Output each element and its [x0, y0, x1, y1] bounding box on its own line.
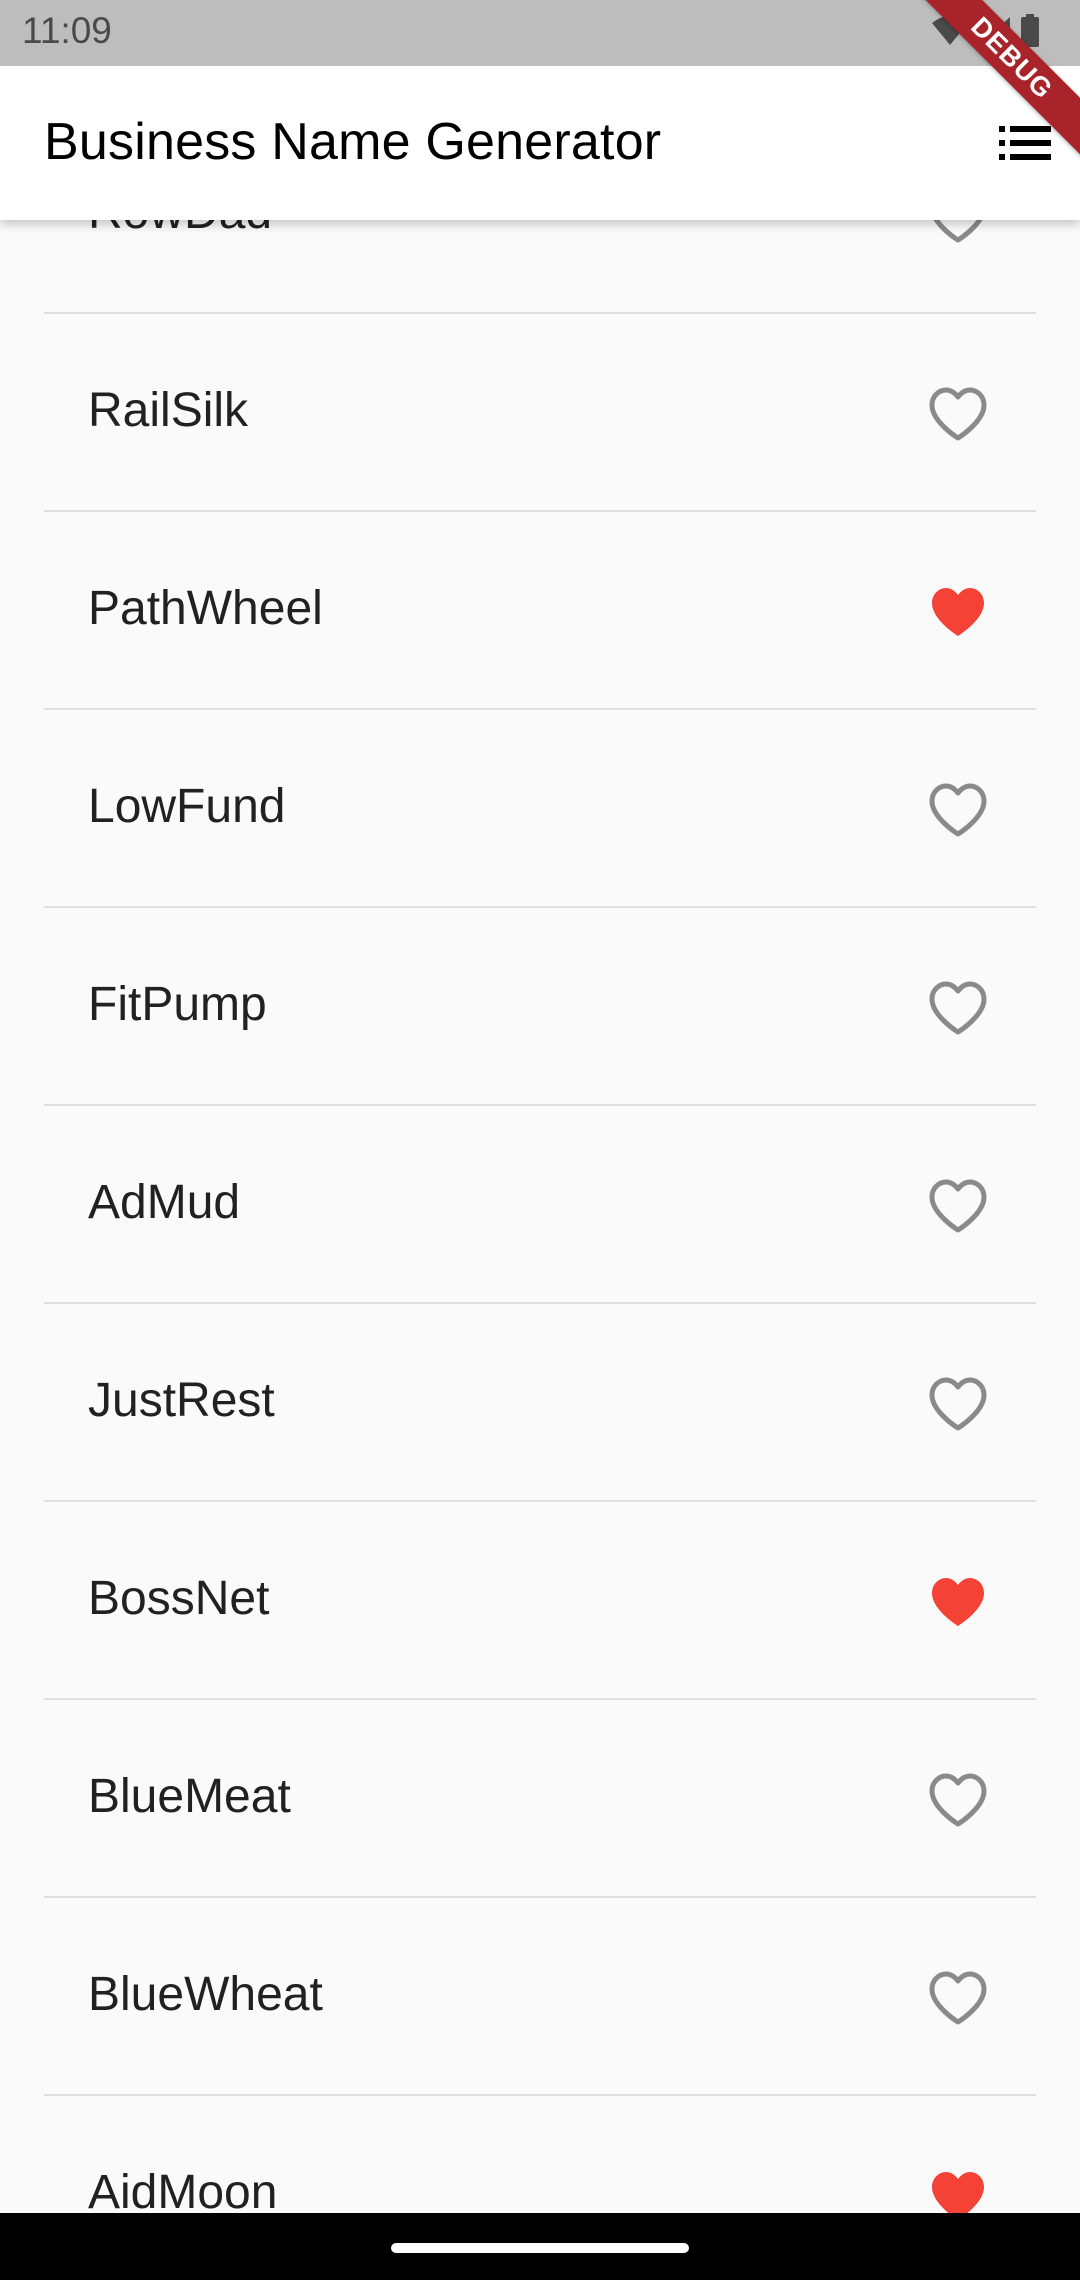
signal-icon — [978, 15, 1012, 47]
list-item[interactable]: JustRest — [0, 1303, 1080, 1501]
favorite-filled-icon[interactable] — [928, 585, 988, 641]
list-item-label: LowFund — [88, 780, 286, 833]
favorite-border-icon[interactable] — [928, 1179, 988, 1235]
status-bar: 11:09 — [0, 0, 1080, 66]
home-indicator[interactable] — [391, 2243, 689, 2253]
list-item-label: RailSilk — [88, 384, 249, 437]
navigation-bar — [0, 2213, 1080, 2280]
battery-icon — [1020, 14, 1040, 48]
list-item-label: AdMud — [88, 1176, 241, 1229]
list-icon — [999, 125, 1051, 165]
screen: RowDadRailSilkPathWheelLowFundFitPumpAdM… — [0, 0, 1080, 2280]
saved-list-button[interactable] — [990, 110, 1060, 180]
status-time: 11:09 — [22, 10, 112, 51]
list-item-label: AidMoon — [88, 2166, 278, 2219]
favorite-border-icon[interactable] — [928, 1377, 988, 1433]
favorite-filled-icon[interactable] — [928, 1575, 988, 1631]
list-item[interactable]: AdMud — [0, 1105, 1080, 1303]
list-item[interactable]: PathWheel — [0, 511, 1080, 709]
list-item-label: JustRest — [88, 1374, 275, 1427]
list-item[interactable]: BlueMeat — [0, 1699, 1080, 1897]
favorite-border-icon[interactable] — [928, 1971, 988, 2027]
favorite-border-icon[interactable] — [928, 981, 988, 1037]
app-bar: Business Name Generator — [0, 66, 1080, 220]
favorite-border-icon[interactable] — [928, 1773, 988, 1829]
status-icons — [930, 14, 1040, 48]
favorite-border-icon[interactable] — [928, 387, 988, 443]
list-item-label: PathWheel — [88, 582, 323, 635]
list-item[interactable]: LowFund — [0, 709, 1080, 907]
list-item[interactable]: BossNet — [0, 1501, 1080, 1699]
list-item[interactable]: FitPump — [0, 907, 1080, 1105]
list-item[interactable]: RailSilk — [0, 313, 1080, 511]
app-title: Business Name Generator — [44, 113, 662, 171]
wifi-icon — [930, 15, 970, 47]
list-item-label: BlueMeat — [88, 1770, 291, 1823]
list-item-label: BossNet — [88, 1572, 270, 1625]
list-item-label: BlueWheat — [88, 1968, 323, 2021]
favorite-border-icon[interactable] — [928, 783, 988, 839]
list-item[interactable]: BlueWheat — [0, 1897, 1080, 2095]
list-item-label: FitPump — [88, 978, 267, 1031]
